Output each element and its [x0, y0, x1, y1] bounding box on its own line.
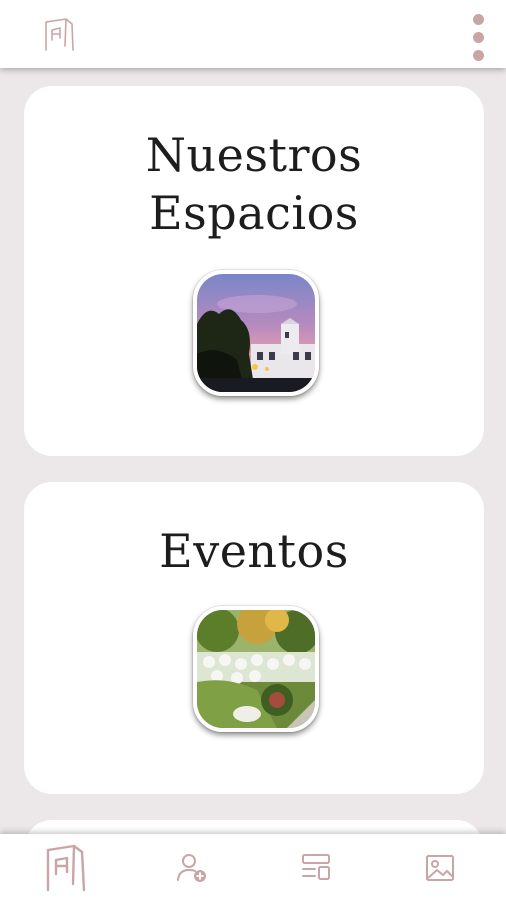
monogram-logo-icon[interactable] — [40, 16, 80, 54]
venue-photo-image — [197, 274, 315, 392]
card-title: Nuestros Espacios — [145, 128, 363, 240]
nav-gallery[interactable] — [390, 834, 490, 900]
card-nuestros-espacios[interactable]: Nuestros Espacios — [24, 86, 484, 456]
venue-photo[interactable] — [193, 270, 319, 396]
add-user-icon — [177, 854, 206, 882]
more-vertical-icon[interactable] — [468, 12, 488, 64]
event-photo-image — [197, 610, 315, 728]
card-title: Eventos — [159, 524, 349, 578]
home-logo-icon — [46, 844, 86, 892]
event-photo[interactable] — [193, 606, 319, 732]
card-partial[interactable] — [24, 820, 484, 834]
nav-layout[interactable] — [266, 834, 366, 900]
bottom-navigation — [0, 834, 506, 900]
nav-add-user[interactable] — [142, 834, 242, 900]
card-eventos[interactable]: Eventos — [24, 482, 484, 794]
app-bar — [0, 0, 506, 68]
nav-home[interactable] — [20, 834, 120, 900]
image-icon — [426, 855, 454, 881]
layout-icon — [302, 854, 330, 880]
content-scroll[interactable]: Nuestros Espacios Eventos — [0, 68, 506, 834]
